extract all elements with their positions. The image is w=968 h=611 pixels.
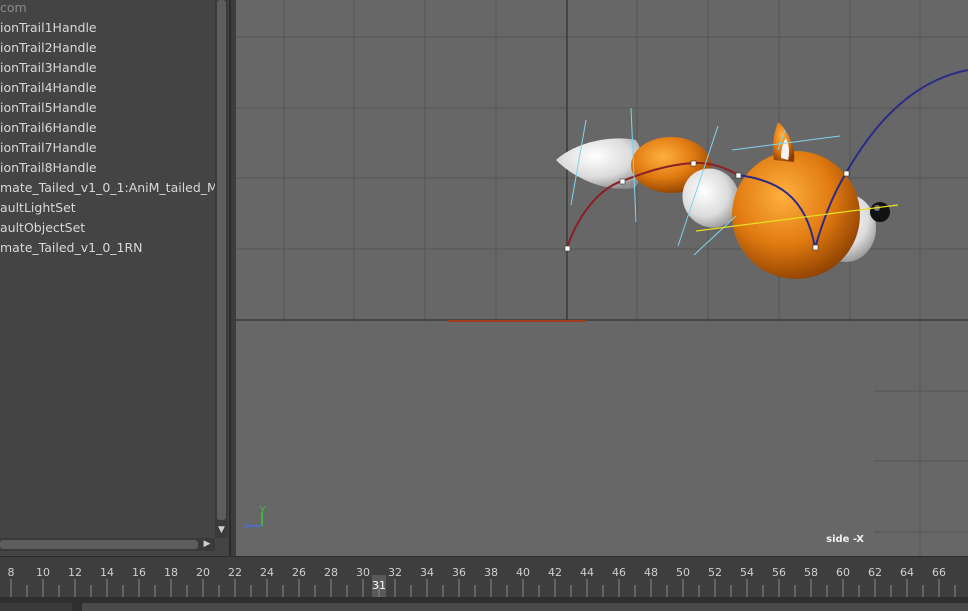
viewport-canvas[interactable]: z y bbox=[236, 0, 968, 556]
ruler-tick-label: 44 bbox=[580, 566, 594, 579]
outliner-item[interactable]: ionTrail2Handle bbox=[0, 38, 229, 58]
nose bbox=[870, 202, 890, 222]
camera-view-label: side -X bbox=[826, 534, 864, 545]
outliner-item[interactable]: aultLightSet bbox=[0, 198, 229, 218]
ruler-tick-label: 52 bbox=[708, 566, 722, 579]
viewport-overlay-panel bbox=[236, 321, 874, 556]
outliner-vertical-scroll-thumb[interactable] bbox=[217, 0, 226, 520]
outliner-item[interactable]: ionTrail7Handle bbox=[0, 138, 229, 158]
viewport-side-view[interactable]: z y side -X bbox=[236, 0, 968, 556]
outliner-item[interactable]: aultObjectSet bbox=[0, 218, 229, 238]
range-start-field[interactable] bbox=[0, 603, 72, 611]
range-slider-field[interactable] bbox=[82, 603, 968, 611]
outliner-item[interactable]: ionTrail3Handle bbox=[0, 58, 229, 78]
outliner-item[interactable]: ionTrail6Handle bbox=[0, 118, 229, 138]
ruler-tick-label: 14 bbox=[100, 566, 114, 579]
current-frame-label: 31 bbox=[372, 579, 386, 592]
tail-tip-segment bbox=[556, 138, 643, 189]
ruler-tick-label: 10 bbox=[36, 566, 50, 579]
outliner-item[interactable]: com bbox=[0, 0, 229, 18]
ruler-tick-label: 64 bbox=[900, 566, 914, 579]
ruler-tick-label: 38 bbox=[484, 566, 498, 579]
ruler-tick-label: 22 bbox=[228, 566, 242, 579]
ruler-tick-label: 66 bbox=[932, 566, 946, 579]
outliner-item[interactable]: ionTrail1Handle bbox=[0, 18, 229, 38]
ruler-tick-label: 46 bbox=[612, 566, 626, 579]
time-slider-ruler[interactable]: 8 10 12 14 16 18 20 22 24 26 28 30 32 34 36 38 40 42 44 46 4… bbox=[0, 557, 968, 597]
triangle-down-icon[interactable]: ▼ bbox=[215, 524, 228, 536]
ruler-tick-label: 42 bbox=[548, 566, 562, 579]
outliner-vertical-scrollbar[interactable] bbox=[215, 0, 228, 538]
axis-y-label: y bbox=[260, 504, 266, 514]
outliner-item[interactable]: mate_Tailed_v1_0_1:AniM_tailed_Main bbox=[0, 178, 229, 198]
ruler-tick-label: 24 bbox=[260, 566, 274, 579]
ruler-tick-label: 40 bbox=[516, 566, 530, 579]
head-sphere bbox=[732, 151, 860, 279]
outliner-panel: com ionTrail1Handle ionTrail2Handle ionT… bbox=[0, 0, 230, 556]
ruler-tick-label: 18 bbox=[164, 566, 178, 579]
ruler-tick-label: 16 bbox=[132, 566, 146, 579]
ruler-tick-label: 26 bbox=[292, 566, 306, 579]
triangle-right-icon[interactable]: ▶ bbox=[200, 538, 214, 551]
outliner-horizontal-scrollbar[interactable] bbox=[0, 538, 215, 551]
ruler-tick-label: 8 bbox=[8, 566, 15, 579]
outliner-item[interactable]: ionTrail5Handle bbox=[0, 98, 229, 118]
outliner-list: com ionTrail1Handle ionTrail2Handle ionT… bbox=[0, 0, 229, 258]
ruler-tick-label: 62 bbox=[868, 566, 882, 579]
ruler-tick-label: 30 bbox=[356, 566, 370, 579]
outliner-item[interactable]: mate_Tailed_v1_0_1RN bbox=[0, 238, 229, 258]
axis-z-label: z bbox=[244, 521, 249, 531]
ruler-tick-label: 56 bbox=[772, 566, 786, 579]
ruler-tick-label: 48 bbox=[644, 566, 658, 579]
outliner-horizontal-scroll-thumb[interactable] bbox=[0, 540, 198, 549]
ruler-tick-label: 50 bbox=[676, 566, 690, 579]
time-slider[interactable]: 8 10 12 14 16 18 20 22 24 26 28 30 32 34 36 38 40 42 44 46 4… bbox=[0, 556, 968, 597]
outliner-item[interactable]: ionTrail8Handle bbox=[0, 158, 229, 178]
ruler-tick-label: 34 bbox=[420, 566, 434, 579]
ruler-tick-label: 32 bbox=[388, 566, 402, 579]
ruler-tick-label: 58 bbox=[804, 566, 818, 579]
ruler-tick-label: 36 bbox=[452, 566, 466, 579]
ruler-tick-label: 60 bbox=[836, 566, 850, 579]
ruler-tick-label: 28 bbox=[324, 566, 338, 579]
ruler-tick-label: 12 bbox=[68, 566, 82, 579]
outliner-item[interactable]: ionTrail4Handle bbox=[0, 78, 229, 98]
ruler-tick-label: 20 bbox=[196, 566, 210, 579]
ruler-tick-label: 54 bbox=[740, 566, 754, 579]
